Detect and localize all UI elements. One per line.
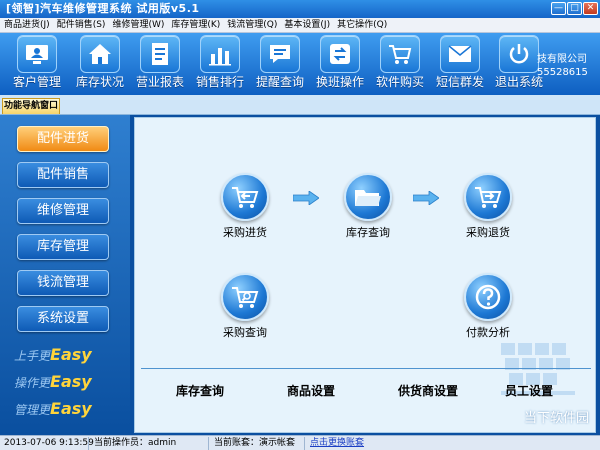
slogan-line: 操作更Easy	[14, 372, 92, 391]
status-separator	[88, 437, 89, 450]
nav-header: 功能导航窗口	[0, 95, 600, 115]
menu-item-other[interactable]: 其它操作(Q)	[337, 18, 387, 32]
menu-item-parts-sales[interactable]: 配件销售(S)	[57, 18, 106, 32]
switch-account-link[interactable]: 点击更换账套	[310, 436, 364, 450]
slogan-prefix: 管理更	[14, 403, 51, 417]
slogan-word: Easy	[50, 372, 92, 391]
slogan-line: 上手更Easy	[14, 345, 92, 364]
company-info: 技有限公司 55528615	[537, 53, 588, 79]
sidebar-item-parts-sales[interactable]: 配件销售	[17, 162, 109, 188]
company-name: 技有限公司	[537, 54, 587, 65]
help-icon	[464, 273, 512, 321]
toolbar-sales-rank-button[interactable]: 销售排行	[189, 35, 251, 93]
toolbar-label: 客户管理	[12, 75, 61, 89]
action-purchase-return[interactable]: 采购退货	[448, 173, 528, 240]
action-purchase-query[interactable]: 采购查询	[205, 273, 285, 340]
flow-arrow-icon	[413, 191, 439, 205]
report-icon	[140, 35, 180, 73]
slogan-line: 管理更Easy	[14, 399, 92, 418]
link-supplier-settings[interactable]: 供货商设置	[398, 382, 458, 399]
toolbar-label: 提醒查询	[255, 75, 304, 89]
sidebar-item-inventory[interactable]: 库存管理	[17, 234, 109, 260]
sidebar-item-parts-purchase[interactable]: 配件进货	[17, 126, 109, 152]
sidebar-item-repair[interactable]: 维修管理	[17, 198, 109, 224]
slogan-word: Easy	[50, 399, 92, 418]
status-bar: 2013-07-06 9:13:59 当前操作员：admin 当前账套：演示帐套…	[0, 435, 600, 450]
link-product-settings[interactable]: 商品设置	[287, 382, 335, 399]
maximize-icon[interactable]: □	[567, 2, 582, 15]
flow-arrow-icon	[293, 191, 319, 205]
toolbar-label: 营业报表	[135, 75, 184, 89]
menu-item-cashflow[interactable]: 钱流管理(Q)	[227, 18, 277, 32]
toolbar-label: 短信群发	[435, 75, 484, 89]
action-label: 库存查询	[346, 226, 390, 239]
slogan-prefix: 操作更	[14, 376, 51, 390]
slogan-prefix: 上手更	[14, 349, 51, 363]
customer-icon	[17, 35, 57, 73]
status-separator	[208, 437, 209, 450]
title-bar: [领智]汽车维修管理系统 试用版v5.1 — □ ✕	[0, 0, 600, 18]
sidebar-item-settings[interactable]: 系统设置	[17, 306, 109, 332]
shift-icon	[320, 35, 360, 73]
action-label: 采购退货	[466, 226, 510, 239]
power-icon	[499, 35, 539, 73]
status-account: 当前账套：演示帐套	[214, 438, 296, 448]
menu-item-goods-purchase[interactable]: 商品进货(J)	[4, 18, 50, 32]
action-label: 采购查询	[223, 326, 267, 339]
message-icon	[260, 35, 300, 73]
menu-item-settings[interactable]: 基本设置(J)	[284, 18, 330, 32]
action-label: 付款分析	[466, 326, 510, 339]
close-icon[interactable]: ✕	[583, 2, 598, 15]
link-employee-settings[interactable]: 员工设置	[505, 382, 553, 399]
home-icon	[80, 35, 120, 73]
toolbar-sms-button[interactable]: 短信群发	[429, 35, 491, 93]
menu-bar: 商品进货(J) 配件销售(S) 维修管理(W) 库存管理(K) 钱流管理(Q) …	[0, 18, 600, 33]
toolbar-reminder-button[interactable]: 提醒查询	[249, 35, 311, 93]
action-label: 采购进货	[223, 226, 267, 239]
window-controls: — □ ✕	[551, 2, 598, 15]
menu-item-inventory[interactable]: 库存管理(K)	[171, 18, 220, 32]
toolbar-label: 销售排行	[195, 75, 244, 89]
status-datetime: 2013-07-06 9:13:59	[4, 438, 94, 448]
window-title: [领智]汽车维修管理系统 试用版v5.1	[6, 2, 200, 15]
toolbar-shift-button[interactable]: 换班操作	[309, 35, 371, 93]
minimize-icon[interactable]: —	[551, 2, 566, 15]
toolbar: 客户管理 库存状况 营业报表 销售排行 提醒查询 换班操作 软件购买 短信群发 …	[0, 33, 600, 95]
action-purchase-stock[interactable]: 采购进货	[205, 173, 285, 240]
main-area: 采购进货 库存查询 采购退货 采购查询 付款分析 库存查询 商品设置 供货商设置…	[130, 115, 600, 435]
sidebar: 配件进货 配件销售 维修管理 库存管理 钱流管理 系统设置 上手更Easy 操作…	[0, 115, 130, 435]
nav-window-tab[interactable]: 功能导航窗口	[2, 98, 60, 114]
cart-search-icon	[221, 273, 269, 321]
status-separator	[304, 437, 305, 450]
toolbar-buy-button[interactable]: 软件购买	[369, 35, 431, 93]
company-phone: 55528615	[537, 67, 588, 78]
bar-chart-icon	[200, 35, 240, 73]
toolbar-customer-button[interactable]: 客户管理	[6, 35, 68, 93]
toolbar-report-button[interactable]: 营业报表	[129, 35, 191, 93]
links-divider	[141, 368, 591, 369]
link-stock-query[interactable]: 库存查询	[176, 382, 224, 399]
cart-return-icon	[221, 173, 269, 221]
status-operator: 当前操作员：admin	[94, 438, 177, 448]
folder-icon	[344, 173, 392, 221]
watermark-text: 当下软件园	[523, 411, 589, 426]
cart-export-icon	[464, 173, 512, 221]
menu-item-repair[interactable]: 维修管理(W)	[112, 18, 164, 32]
workflow-panel: 采购进货 库存查询 采购退货 采购查询 付款分析 库存查询 商品设置 供货商设置…	[134, 117, 596, 433]
action-stock-query[interactable]: 库存查询	[328, 173, 408, 240]
action-payment-analysis[interactable]: 付款分析	[448, 273, 528, 340]
toolbar-stock-status-button[interactable]: 库存状况	[69, 35, 131, 93]
mail-icon	[440, 35, 480, 73]
toolbar-label: 软件购买	[375, 75, 424, 89]
toolbar-label: 换班操作	[315, 75, 364, 89]
slogan-word: Easy	[50, 345, 92, 364]
toolbar-label: 库存状况	[75, 75, 124, 89]
cart-icon	[380, 35, 420, 73]
sidebar-item-cashflow[interactable]: 钱流管理	[17, 270, 109, 296]
